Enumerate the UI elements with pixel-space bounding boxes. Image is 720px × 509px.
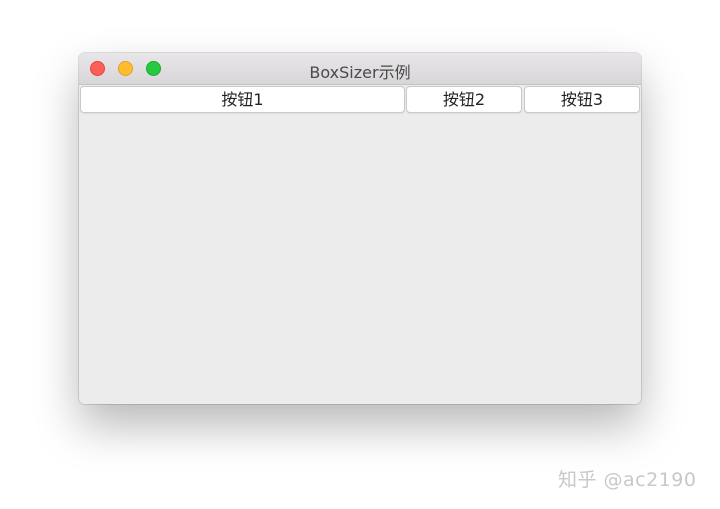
window-title: BoxSizer示例 bbox=[309, 63, 411, 82]
button-3[interactable]: 按钮3 bbox=[524, 86, 640, 113]
watermark-text: 知乎 @ac2190 bbox=[558, 469, 697, 491]
app-window: BoxSizer示例 按钮1 按钮2 按钮3 bbox=[79, 53, 641, 404]
desktop-stage: BoxSizer示例 按钮1 按钮2 按钮3 知乎 @ac2190 bbox=[0, 0, 720, 509]
box-sizer-row: 按钮1 按钮2 按钮3 bbox=[79, 85, 641, 115]
window-content-area bbox=[79, 115, 641, 404]
button-1[interactable]: 按钮1 bbox=[80, 86, 405, 113]
button-2[interactable]: 按钮2 bbox=[406, 86, 522, 113]
title-bar[interactable]: BoxSizer示例 bbox=[79, 53, 641, 85]
